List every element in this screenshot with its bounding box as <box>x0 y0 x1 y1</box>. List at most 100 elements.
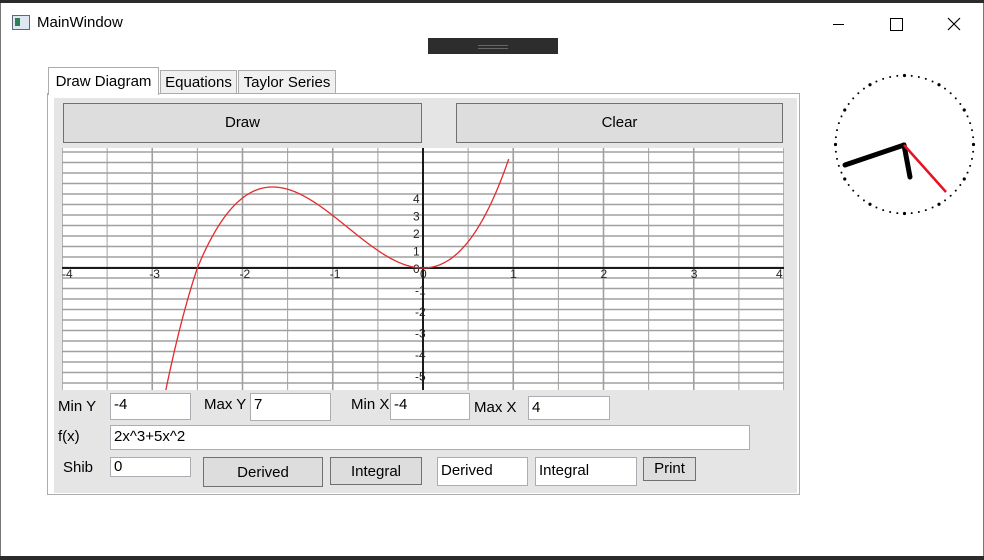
x-tick-label: -3 <box>149 267 160 281</box>
y-tick-label: -5 <box>415 370 426 384</box>
clock-tick <box>944 87 947 90</box>
minimize-icon <box>832 23 844 25</box>
y-tick-label: -3 <box>415 327 426 341</box>
clock-tick <box>970 129 973 132</box>
clock-tick <box>840 171 843 174</box>
clock-tick <box>959 184 962 187</box>
clock-tick <box>931 80 934 83</box>
fx-input[interactable]: 2x^3+5x^2 <box>110 425 750 450</box>
clock-tick <box>937 202 941 206</box>
clock-tick <box>836 157 839 160</box>
clock-tick <box>843 108 847 112</box>
clock-tick <box>910 212 913 215</box>
function-plot[interactable]: -4 -3 -2 -1 0 1 2 3 4 43210-1-2-3-4-5 <box>62 148 784 390</box>
y-tick-labels: 43210-1-2-3-4-5 <box>413 192 426 384</box>
clock-tick <box>847 184 850 187</box>
clock-tick <box>969 164 972 167</box>
derived-output[interactable]: Derived <box>437 457 528 486</box>
draw-button[interactable]: Draw <box>63 103 422 143</box>
debug-toolbar[interactable] <box>428 38 558 54</box>
clock-tick <box>834 136 837 139</box>
clock-tick <box>868 202 872 206</box>
min-y-input[interactable]: -4 <box>110 393 191 420</box>
y-tick-label: 0 <box>413 262 420 276</box>
clock-tick <box>910 74 913 77</box>
x-tick-label: 0 <box>420 267 427 281</box>
x-tick-label: -4 <box>62 267 73 281</box>
close-button[interactable] <box>931 9 977 39</box>
clock-tick <box>836 129 839 132</box>
y-tick-label: -1 <box>415 284 426 298</box>
clock-tick <box>972 136 975 139</box>
minimize-button[interactable] <box>815 9 861 39</box>
clock-tick <box>949 92 952 95</box>
clock-tick <box>857 92 860 95</box>
clock-tick <box>862 87 865 90</box>
max-y-label: Max Y <box>204 396 247 413</box>
clock-tick <box>972 150 975 153</box>
y-tick-label: -4 <box>415 348 426 362</box>
clock-tick <box>857 194 860 197</box>
clock-tick <box>962 108 966 112</box>
clock-tick <box>944 199 947 202</box>
derived-button[interactable]: Derived <box>203 457 323 487</box>
clock-tick <box>889 210 892 213</box>
clock-tick <box>917 76 920 79</box>
clock-tick <box>837 164 840 167</box>
clock-tick <box>896 74 899 77</box>
clock-tick <box>875 206 878 209</box>
clock-tick <box>902 211 907 216</box>
clock-tick <box>875 80 878 83</box>
app-window-icon <box>12 15 30 30</box>
min-x-label: Min X <box>351 396 390 413</box>
clock-tick <box>924 209 927 212</box>
max-y-input[interactable]: 7 <box>250 393 331 421</box>
min-x-input[interactable]: -4 <box>390 393 470 420</box>
integral-button[interactable]: Integral <box>330 457 422 485</box>
clock-tick <box>917 210 920 213</box>
shib-label: Shib <box>63 459 94 476</box>
clock-tick <box>954 97 957 100</box>
tab-taylor-series[interactable]: Taylor Series <box>238 70 336 94</box>
clock-tick <box>843 177 847 181</box>
clock-tick <box>834 150 837 153</box>
clock-tick <box>868 83 872 87</box>
clock-tick <box>852 189 855 192</box>
x-tick-label: -2 <box>240 267 251 281</box>
clock-tick <box>847 102 850 105</box>
y-tick-label: 4 <box>413 192 420 206</box>
y-tick-label: 3 <box>413 210 420 224</box>
maximize-icon <box>889 17 903 31</box>
clock-tick <box>902 73 907 78</box>
max-x-input[interactable]: 4 <box>528 396 610 420</box>
clock-tick <box>840 115 843 118</box>
clock-tick <box>896 212 899 215</box>
maximize-button[interactable] <box>873 9 919 39</box>
clock-tick <box>889 76 892 79</box>
x-tick-label: 2 <box>601 267 608 281</box>
analog-clock <box>833 73 976 216</box>
hour-hand <box>842 142 907 168</box>
x-tick-label: 4 <box>776 267 783 281</box>
clock-tick <box>954 189 957 192</box>
shib-input[interactable]: 0 <box>110 457 191 477</box>
clear-button[interactable]: Clear <box>456 103 783 143</box>
tab-equations[interactable]: Equations <box>160 70 237 94</box>
clock-tick <box>924 77 927 80</box>
max-x-label: Max X <box>474 399 517 416</box>
tab-draw-diagram[interactable]: Draw Diagram <box>48 67 159 95</box>
clock-tick <box>882 209 885 212</box>
clock-tick <box>969 122 972 125</box>
clock-tick <box>833 142 838 147</box>
title-bar[interactable]: MainWindow <box>1 3 983 41</box>
print-button[interactable]: Print <box>643 457 696 481</box>
clock-tick <box>962 177 966 181</box>
clock-tick <box>852 97 855 100</box>
grip-icon <box>478 45 508 49</box>
clock-tick <box>966 115 969 118</box>
y-tick-label: 1 <box>413 245 420 259</box>
integral-output[interactable]: Integral <box>535 457 637 486</box>
fx-label: f(x) <box>58 428 80 445</box>
clock-tick <box>966 171 969 174</box>
clock-tick <box>882 77 885 80</box>
